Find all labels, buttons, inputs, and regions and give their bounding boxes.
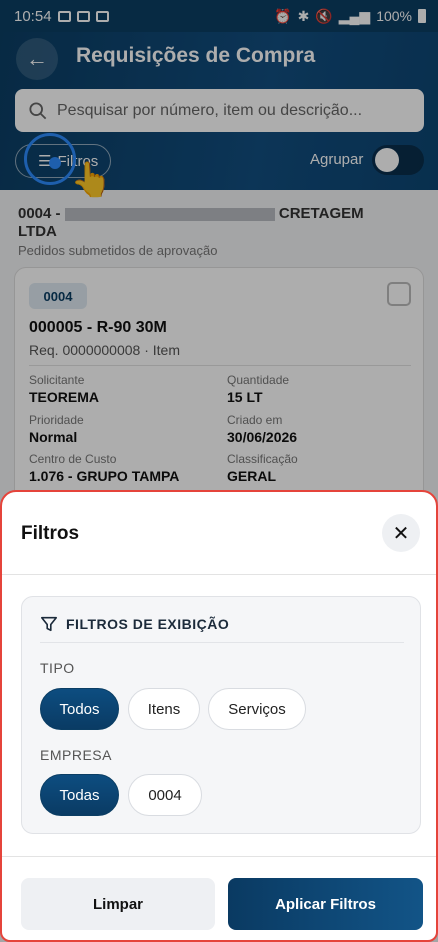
close-icon: ✕ xyxy=(392,522,410,545)
clear-filters-button[interactable]: Limpar xyxy=(21,878,215,930)
divider xyxy=(40,642,404,643)
sheet-title: Filtros xyxy=(21,523,80,544)
divider xyxy=(2,574,436,575)
display-filters-panel: FILTROS DE EXIBIÇÃO TIPO Todos Itens Ser… xyxy=(21,596,421,834)
filter-funnel-icon xyxy=(40,616,58,632)
type-chip-servicos[interactable]: Serviços xyxy=(208,688,306,730)
company-chip-todas[interactable]: Todas xyxy=(40,774,119,816)
company-chip-0004[interactable]: 0004 xyxy=(128,774,202,816)
type-chip-todos[interactable]: Todos xyxy=(40,688,119,730)
type-section-label: TIPO xyxy=(40,660,75,676)
filters-bottom-sheet: Filtros ✕ FILTROS DE EXIBIÇÃO TIPO Todos… xyxy=(0,490,438,942)
company-section-label: EMPRESA xyxy=(40,747,112,763)
panel-title: FILTROS DE EXIBIÇÃO xyxy=(66,616,230,632)
close-button[interactable]: ✕ xyxy=(382,514,420,552)
divider xyxy=(2,856,436,857)
panel-header: FILTROS DE EXIBIÇÃO xyxy=(40,615,229,633)
apply-filters-button[interactable]: Aplicar Filtros xyxy=(228,878,423,930)
type-chip-itens[interactable]: Itens xyxy=(128,688,200,730)
